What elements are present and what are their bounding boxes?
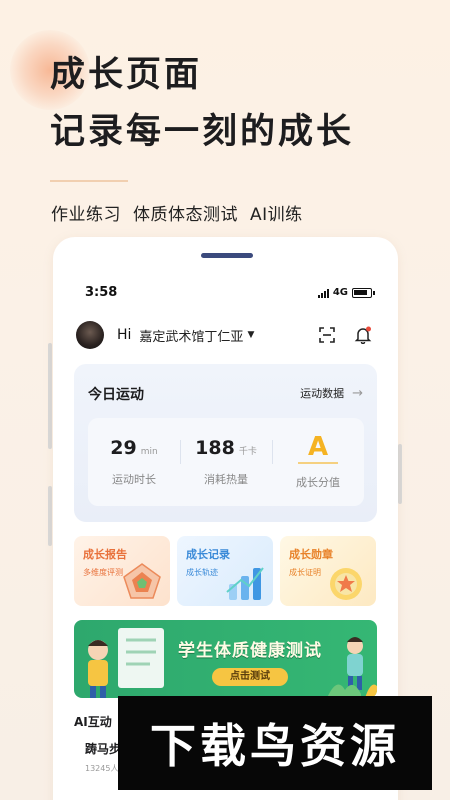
exercise-data-label: 运动数据 bbox=[300, 387, 345, 400]
chevron-down-icon[interactable]: ▼ bbox=[247, 330, 254, 340]
stat-calories: 188 千卡 消耗热量 bbox=[180, 418, 272, 506]
growth-report-title: 成长报告 bbox=[83, 548, 127, 561]
stat-duration-label: 运动时长 bbox=[112, 473, 156, 486]
feature-ai-training: AI训练 bbox=[250, 205, 303, 225]
scan-icon[interactable] bbox=[318, 326, 336, 344]
growth-record-card[interactable]: 成长记录 成长轨迹 bbox=[177, 536, 273, 606]
banner-title: 学生体质健康测试 bbox=[178, 641, 322, 661]
phone-side-button bbox=[398, 444, 402, 504]
phone-speaker bbox=[201, 253, 253, 258]
medal-icon bbox=[330, 568, 362, 600]
feature-list: 作业练习 体质体态测试 AI训练 bbox=[51, 200, 303, 225]
greeting: Hi bbox=[117, 327, 132, 343]
status-bar: 3:58 4G bbox=[85, 285, 375, 300]
today-title: 今日运动 bbox=[88, 387, 144, 403]
hero-divider bbox=[50, 180, 128, 182]
avatar[interactable] bbox=[76, 321, 104, 349]
stat-calories-unit: 千卡 bbox=[238, 447, 257, 457]
ai-exercise-item[interactable]: 踌马步 13245人 bbox=[85, 740, 121, 774]
hero-heading: 成长页面 记录每一刻的成长 bbox=[50, 58, 354, 150]
grade-badge: A bbox=[307, 432, 329, 462]
growth-medal-title: 成长勋章 bbox=[289, 548, 333, 561]
student-illustration bbox=[88, 628, 164, 698]
status-time: 3:58 bbox=[85, 285, 118, 300]
growth-medal-card[interactable]: 成长勋章 成长证明 bbox=[280, 536, 376, 606]
stat-calories-label: 消耗热量 bbox=[204, 473, 248, 486]
ai-exercise-name: 踌马步 bbox=[85, 742, 122, 756]
fitness-test-banner[interactable]: 学生体质健康测试 点击测试 bbox=[74, 620, 377, 698]
bell-icon[interactable] bbox=[354, 326, 372, 344]
stat-growth-score: A 成长分值 bbox=[272, 418, 364, 506]
hero-title-line2: 记录每一刻的成长 bbox=[50, 112, 355, 152]
runner-illustration bbox=[327, 637, 377, 698]
radar-chart-icon bbox=[123, 563, 161, 599]
status-indicators: 4G bbox=[317, 287, 375, 298]
phone-side-button bbox=[48, 486, 52, 546]
stat-growth-label: 成长分值 bbox=[296, 476, 340, 489]
network-label: 4G bbox=[332, 287, 348, 298]
trend-chart-icon bbox=[226, 567, 264, 600]
growth-report-card[interactable]: 成长报告 多维度评测 bbox=[74, 536, 170, 606]
feature-homework: 作业练习 bbox=[51, 205, 121, 225]
phone-side-button bbox=[48, 343, 52, 449]
ai-interaction-heading: AI互动 bbox=[74, 715, 112, 729]
today-exercise-card[interactable]: 今日运动 运动数据 → 29 min 运动时长 188 千卡 消耗热量 A 成长分值 bbox=[74, 364, 377, 522]
hero-title-line1: 成长页面 bbox=[50, 55, 203, 95]
stat-duration: 29 min 运动时长 bbox=[88, 418, 180, 506]
signal-icon bbox=[317, 288, 329, 298]
feature-cards: 成长报告 多维度评测 成长记录 成长轨迹 成长勋章 成长证明 bbox=[74, 536, 377, 606]
stats-panel: 29 min 运动时长 188 千卡 消耗热量 A 成长分值 bbox=[88, 418, 364, 506]
ai-exercise-count: 13245人 bbox=[85, 764, 119, 773]
battery-icon bbox=[352, 287, 375, 298]
user-name[interactable]: 嘉定武术馆丁仁亚 bbox=[139, 326, 243, 345]
arrow-right-icon: → bbox=[352, 385, 363, 401]
grade-underline bbox=[298, 462, 338, 464]
user-header: Hi 嘉定武术馆丁仁亚 ▼ bbox=[76, 321, 372, 349]
stat-calories-value: 188 bbox=[195, 437, 235, 459]
header-actions bbox=[318, 326, 372, 344]
feature-fitness-test: 体质体态测试 bbox=[133, 205, 238, 225]
watermark-banner: 下载鸟资源 bbox=[118, 696, 432, 790]
growth-record-title: 成长记录 bbox=[186, 548, 230, 561]
stat-duration-value: 29 bbox=[110, 437, 137, 459]
stat-duration-unit: min bbox=[140, 447, 158, 457]
exercise-data-link[interactable]: 运动数据 → bbox=[300, 385, 363, 401]
start-test-button[interactable]: 点击测试 bbox=[212, 668, 288, 686]
